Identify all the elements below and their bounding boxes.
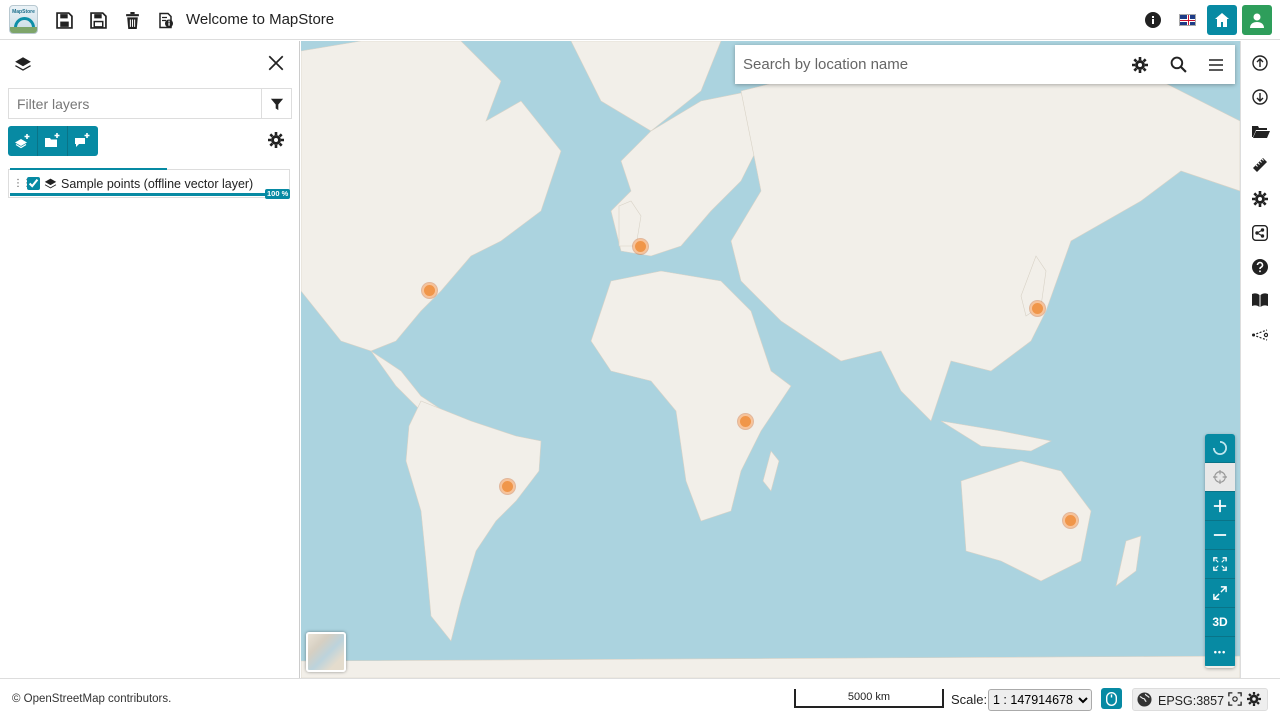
top-toolbar: MapStore Welcome to MapStore [0,0,1280,40]
zoom-in-button[interactable] [1205,492,1235,521]
upload-icon[interactable] [1252,55,1270,73]
add-annotation-button[interactable] [68,126,98,156]
logo-text: MapStore [12,9,35,15]
add-group-button[interactable] [38,126,68,156]
locate-icon[interactable] [1205,463,1235,492]
map-controls: 3D ••• [1205,434,1235,668]
globe-icon [1137,692,1153,708]
scale-label: Scale: [951,692,988,707]
share-icon[interactable] [1251,224,1270,243]
search-menu-icon[interactable] [1197,45,1235,84]
download-icon[interactable] [1252,89,1270,107]
background-selector[interactable] [306,632,346,672]
add-layer-icon [14,134,29,149]
minus-icon [1213,534,1227,536]
language-flag-icon[interactable] [1179,14,1196,26]
filter-icon[interactable] [261,89,291,118]
layer-load-progress [10,193,288,196]
add-annotation-icon [75,133,90,147]
layer-settings-icon[interactable] [268,132,286,150]
measure-ruler-icon[interactable] [1252,157,1270,175]
more-tools-button[interactable]: ••• [1205,637,1235,666]
login-button[interactable] [1242,5,1272,35]
layer-name: Sample points (offline vector layer) [61,176,254,191]
drag-handle-icon[interactable]: ⋮⋮ [13,178,32,188]
fullscreen-button[interactable] [1205,579,1235,608]
layer-tools [8,126,98,156]
map-title: Welcome to MapStore [186,11,335,28]
tutorial-book-icon[interactable] [1252,293,1270,311]
help-icon[interactable] [1252,259,1270,277]
map-marker[interactable] [632,238,648,254]
search-settings-icon[interactable] [1121,45,1159,84]
attribution-suffix: contributors. [104,693,172,705]
toggle-3d-button[interactable]: 3D [1205,608,1235,637]
loading-icon [1205,434,1235,463]
filter-layers-input[interactable] [9,89,261,118]
mouse-icon [1106,691,1117,706]
basemap [301,41,1240,678]
extent-icon [1213,557,1227,571]
settings-icon[interactable] [1252,191,1270,209]
map-marker[interactable] [499,478,515,494]
search-input[interactable] [743,56,1121,73]
map-marker[interactable] [1062,512,1078,528]
layers-icon [14,55,32,73]
close-panel-icon[interactable] [267,54,287,74]
crs-label[interactable]: EPSG:3857 [1158,694,1224,708]
scale-select[interactable]: 1 : 147914678 [988,689,1092,711]
zoom-to-extent-button[interactable] [1205,550,1235,579]
zoom-out-button[interactable] [1205,521,1235,550]
openstreetmap-link[interactable]: OpenStreetMap [24,693,105,705]
search-icon[interactable] [1159,45,1197,84]
filter-layers [8,88,292,119]
layer-visibility-checkbox[interactable] [27,177,40,190]
home-icon [1215,13,1229,27]
open-folder-icon[interactable] [1252,123,1270,141]
search-bar [735,45,1235,84]
map-viewport[interactable] [301,41,1240,678]
crs-selector: EPSG:3857 [1132,688,1268,711]
home-button[interactable] [1207,5,1237,35]
layers-panel: ⋮⋮ Sample points (offline vector layer) … [0,41,300,678]
map-marker[interactable] [1029,300,1045,316]
add-folder-icon [44,133,59,147]
plus-icon [1213,499,1227,513]
map-marker[interactable] [737,413,753,429]
layer-load-percent: 100 % [265,189,291,199]
delete-map-icon[interactable] [122,10,142,30]
right-toolbar [1240,41,1280,678]
map-details-icon[interactable] [156,10,176,30]
info-icon[interactable] [1143,10,1163,30]
mapstore-logo[interactable]: MapStore [9,5,38,34]
attribution-prefix: © [12,693,24,705]
mouse-position-button[interactable] [1101,688,1122,709]
save-icon[interactable] [54,10,74,30]
street-view-icon[interactable] [1252,327,1270,345]
attribution: © OpenStreetMap contributors. [12,693,171,705]
footer: © OpenStreetMap contributors. 5000 km Sc… [0,678,1280,720]
map-marker[interactable] [421,282,437,298]
scale-bar: 5000 km [794,689,944,708]
user-icon [1250,13,1264,28]
zoom-to-coordinates-icon[interactable] [1228,692,1244,708]
layer-progress-top [10,168,167,170]
fullscreen-icon [1213,586,1227,600]
vector-layer-icon [44,177,58,191]
save-as-icon[interactable] [88,10,108,30]
add-layer-button[interactable] [8,126,38,156]
crs-settings-icon[interactable] [1247,692,1263,708]
